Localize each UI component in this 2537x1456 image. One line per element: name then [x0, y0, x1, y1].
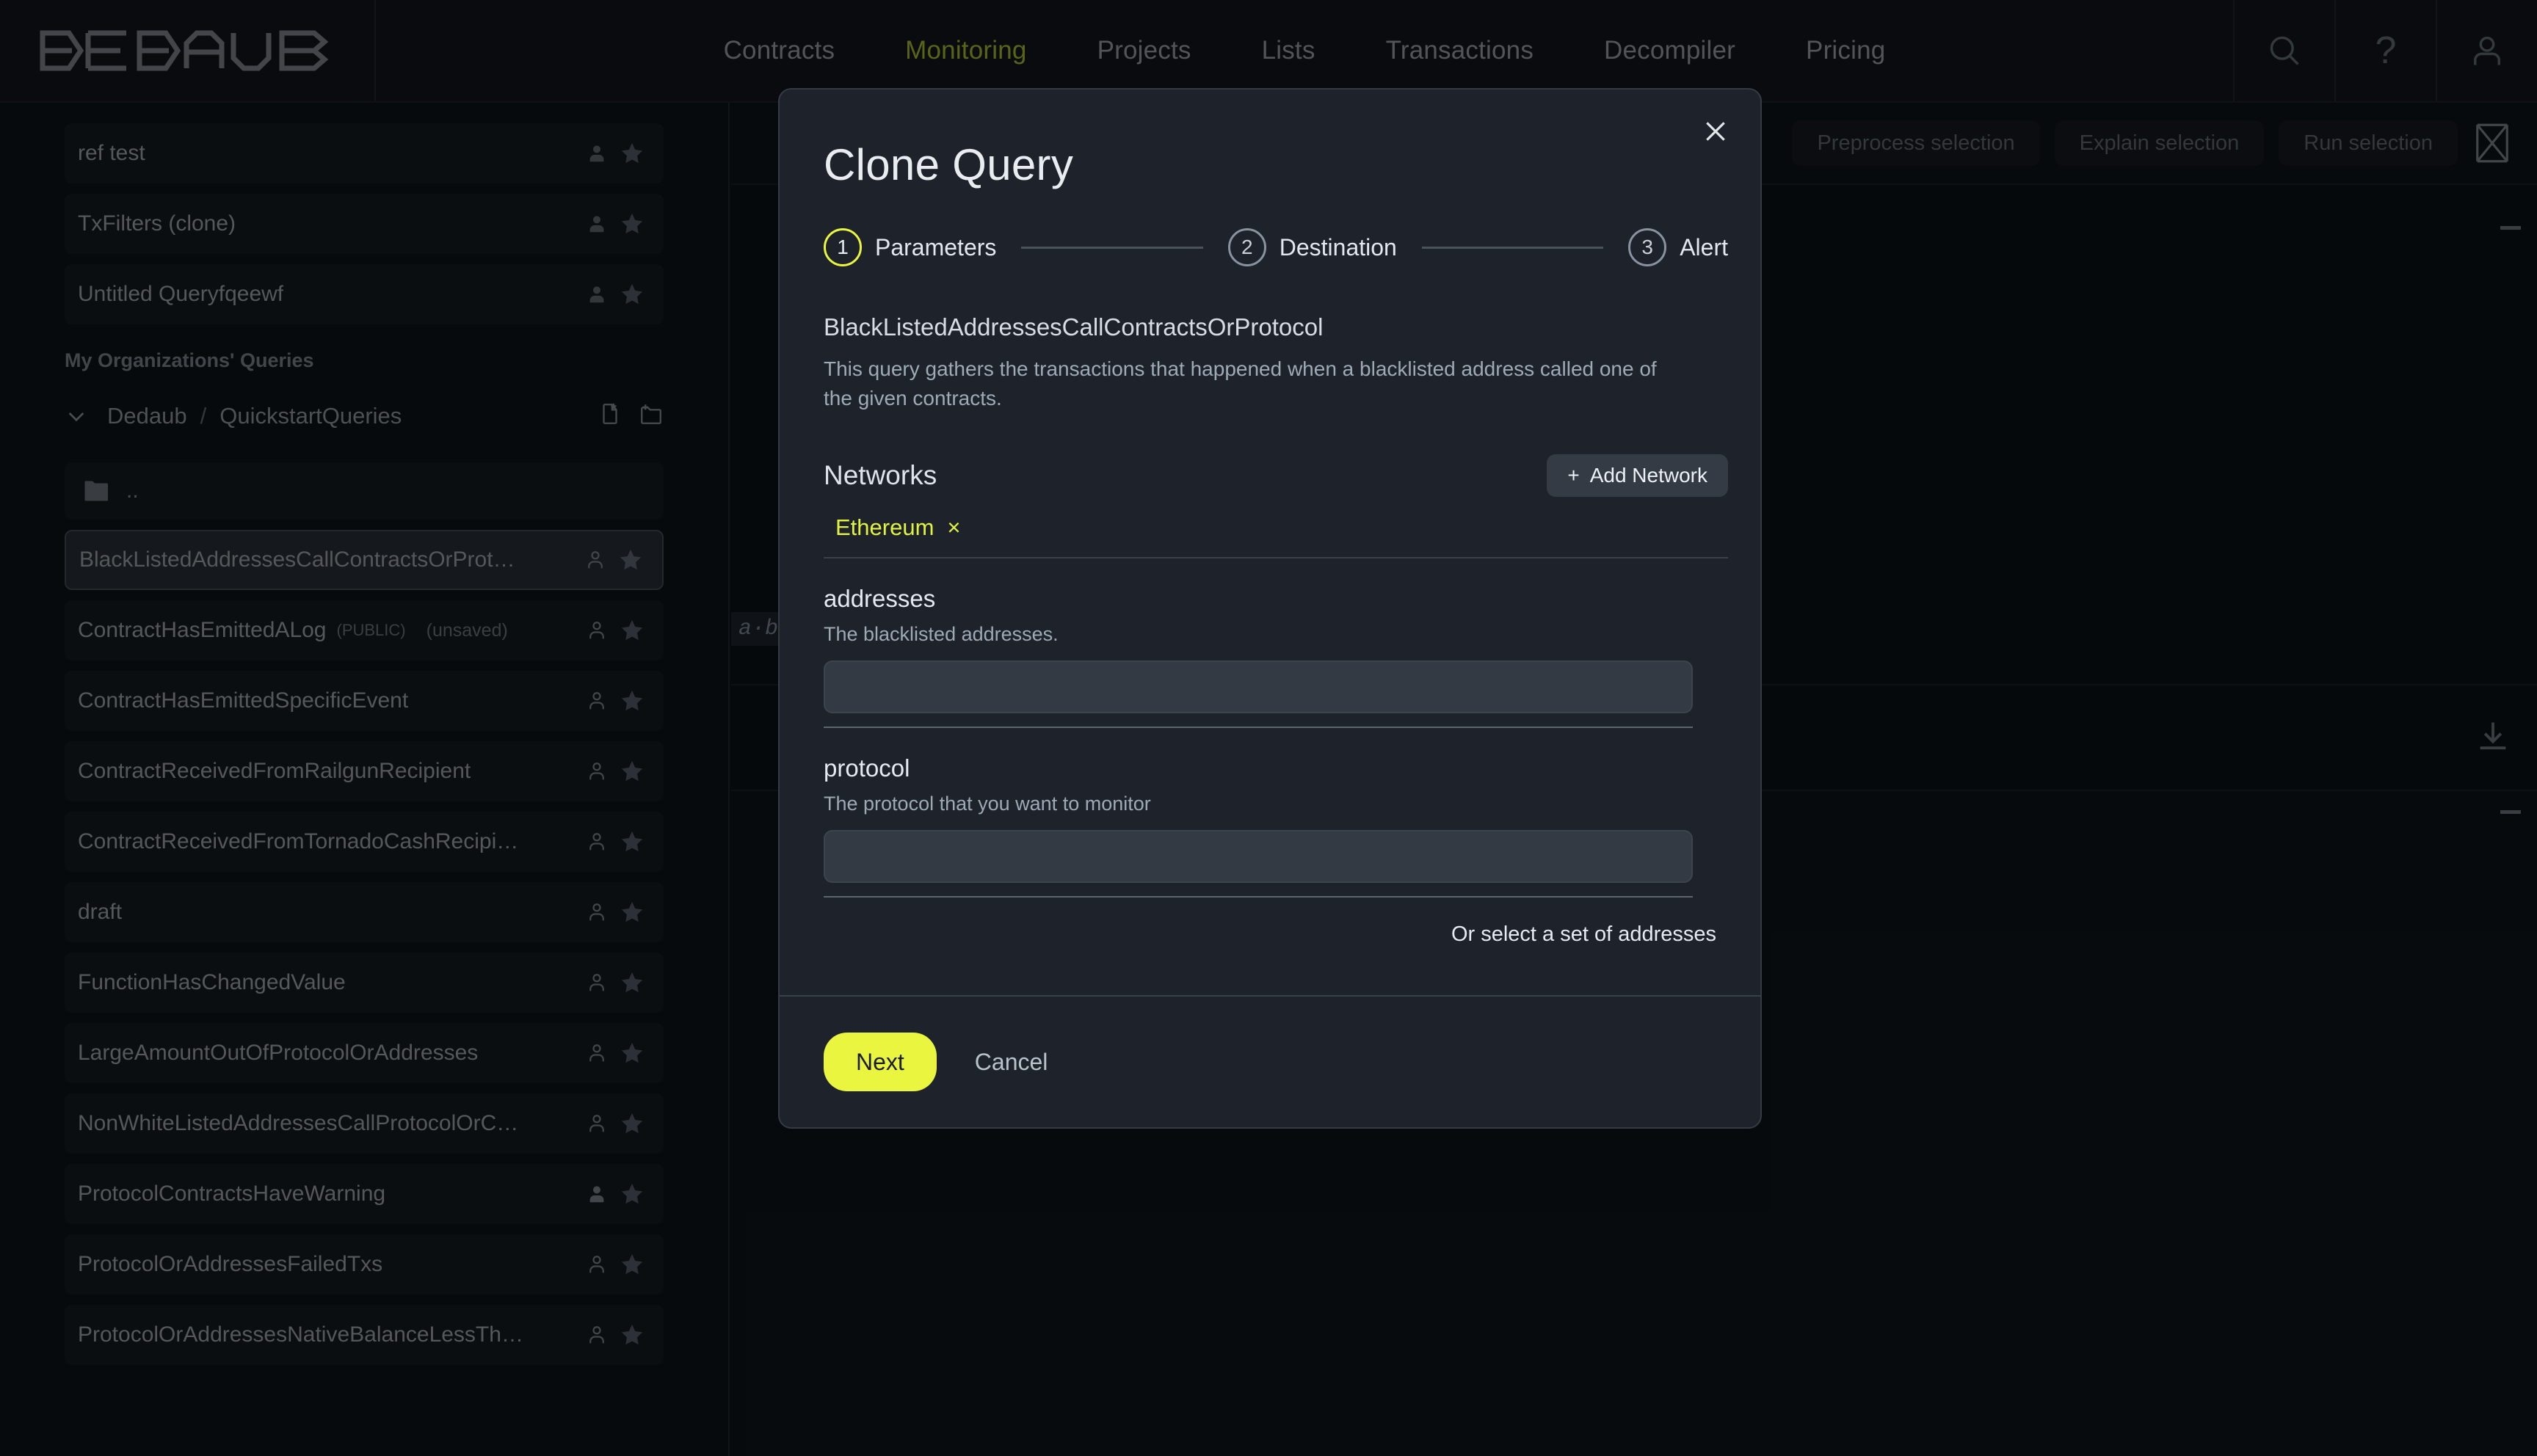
- field-addresses: addresses The blacklisted addresses.: [824, 585, 1728, 728]
- step-label: Alert: [1680, 234, 1728, 261]
- step-alert[interactable]: 3 Alert: [1628, 228, 1728, 266]
- field-divider: [824, 896, 1693, 898]
- cancel-button[interactable]: Cancel: [975, 1049, 1048, 1076]
- step-destination[interactable]: 2 Destination: [1228, 228, 1397, 266]
- close-icon[interactable]: [1694, 110, 1737, 153]
- next-button[interactable]: Next: [824, 1033, 937, 1091]
- add-network-label: Add Network: [1590, 464, 1707, 487]
- step-label: Parameters: [875, 234, 996, 261]
- page-title: Clone Query: [812, 90, 1728, 190]
- step-number: 1: [824, 228, 862, 266]
- protocol-input[interactable]: [824, 830, 1693, 883]
- step-number: 3: [1628, 228, 1666, 266]
- field-protocol: protocol The protocol that you want to m…: [824, 754, 1728, 898]
- networks-chip-list: Ethereum ×: [824, 514, 1728, 558]
- modal-body: Clone Query 1 Parameters 2 Destination 3…: [780, 90, 1760, 995]
- plus-icon: +: [1567, 464, 1579, 487]
- select-address-set-link[interactable]: Or select a set of addresses: [1451, 922, 1716, 946]
- step-number: 2: [1228, 228, 1266, 266]
- remove-network-icon[interactable]: ×: [947, 514, 960, 541]
- network-chip-label: Ethereum: [835, 514, 934, 541]
- query-description: This query gathers the transactions that…: [824, 354, 1690, 413]
- step-label: Destination: [1280, 234, 1397, 261]
- network-chip-ethereum[interactable]: Ethereum ×: [824, 514, 973, 541]
- addresses-input[interactable]: [824, 660, 1693, 713]
- clone-query-modal: Clone Query 1 Parameters 2 Destination 3…: [778, 88, 1762, 1129]
- field-label: addresses: [824, 585, 1728, 613]
- networks-title: Networks: [824, 460, 937, 491]
- networks-header: Networks + Add Network: [824, 454, 1728, 497]
- step-indicator: 1 Parameters 2 Destination 3 Alert: [812, 190, 1728, 266]
- modal-footer: Next Cancel: [780, 995, 1760, 1127]
- query-full-name: BlackListedAddressesCallContractsOrProto…: [824, 313, 1728, 341]
- field-divider: [824, 727, 1693, 728]
- select-address-set-row: Or select a set of addresses: [812, 922, 1716, 947]
- field-help-text: The blacklisted addresses.: [824, 623, 1728, 646]
- step-parameters[interactable]: 1 Parameters: [824, 228, 996, 266]
- step-connector: [1021, 247, 1202, 249]
- add-network-button[interactable]: + Add Network: [1547, 454, 1728, 497]
- field-label: protocol: [824, 754, 1728, 782]
- field-help-text: The protocol that you want to monitor: [824, 793, 1728, 815]
- step-connector: [1422, 247, 1603, 249]
